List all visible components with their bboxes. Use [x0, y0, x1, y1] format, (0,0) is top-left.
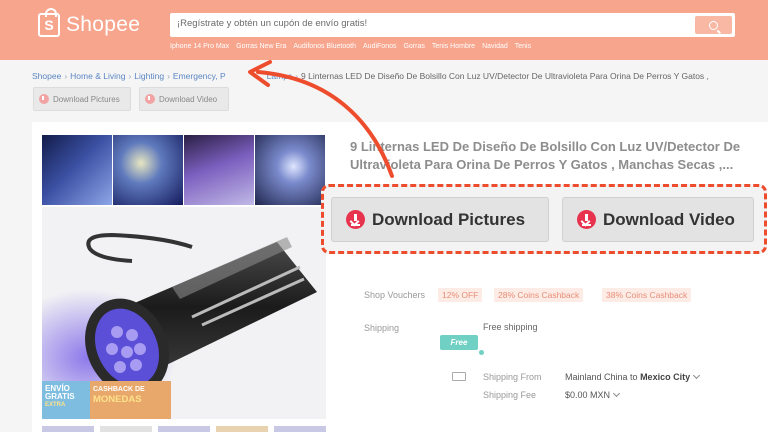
- annotation-arrow: [248, 60, 394, 178]
